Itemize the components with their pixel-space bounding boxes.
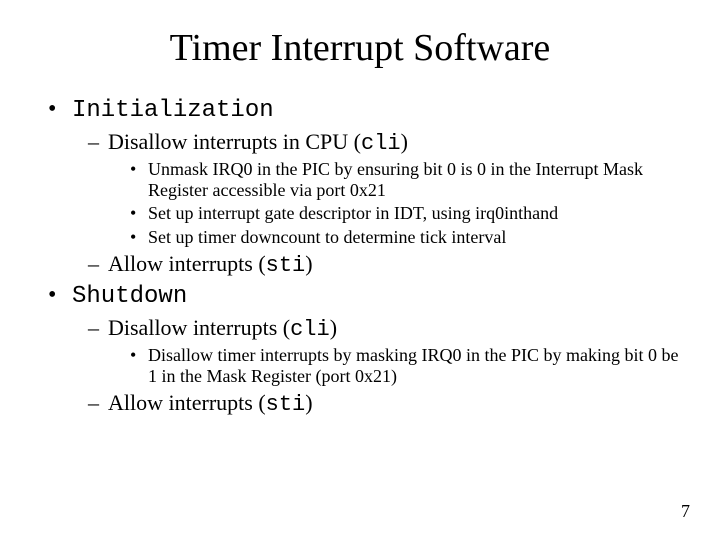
bullet-text: Unmask IRQ0 in the PIC by ensuring bit 0…	[148, 159, 643, 200]
subbullet-allow-interrupts-shutdown: Allow interrupts (sti)	[40, 390, 680, 417]
page-number: 7	[681, 501, 690, 522]
subsubbullet-timer-downcount: Set up timer downcount to determine tick…	[40, 227, 680, 248]
subbullet-disallow-interrupts-cpu: Disallow interrupts in CPU (cli)	[40, 129, 680, 156]
code-cli: cli	[290, 317, 330, 342]
bullet-initialization: Initialization	[40, 96, 680, 125]
subsubbullet-unmask-irq0: Unmask IRQ0 in the PIC by ensuring bit 0…	[40, 159, 680, 201]
subsubbullet-idt-gate: Set up interrupt gate descriptor in IDT,…	[40, 203, 680, 224]
bullet-text: Set up interrupt gate descriptor in IDT,…	[148, 203, 558, 223]
code-sti: sti	[266, 392, 306, 417]
bullet-text: Set up timer downcount to determine tick…	[148, 227, 506, 247]
bullet-text: Initialization	[72, 97, 274, 124]
bullet-text: Shutdown	[72, 283, 187, 310]
text-pre: Disallow interrupts in CPU (	[108, 129, 361, 154]
slide-title: Timer Interrupt Software	[40, 26, 680, 70]
bullet-shutdown: Shutdown	[40, 282, 680, 311]
subbullet-allow-interrupts-init: Allow interrupts (sti)	[40, 251, 680, 278]
text-pre: Allow interrupts (	[108, 390, 266, 415]
subbullet-disallow-interrupts-shutdown: Disallow interrupts (cli)	[40, 315, 680, 342]
text-post: )	[401, 129, 408, 154]
code-sti: sti	[266, 253, 306, 278]
text-post: )	[330, 315, 337, 340]
bullet-text: Disallow timer interrupts by masking IRQ…	[148, 345, 678, 386]
subsubbullet-mask-irq0: Disallow timer interrupts by masking IRQ…	[40, 345, 680, 387]
text-post: )	[305, 251, 312, 276]
text-pre: Disallow interrupts (	[108, 315, 290, 340]
code-cli: cli	[361, 131, 401, 156]
text-pre: Allow interrupts (	[108, 251, 266, 276]
text-post: )	[305, 390, 312, 415]
slide: Timer Interrupt Software Initialization …	[0, 0, 720, 540]
